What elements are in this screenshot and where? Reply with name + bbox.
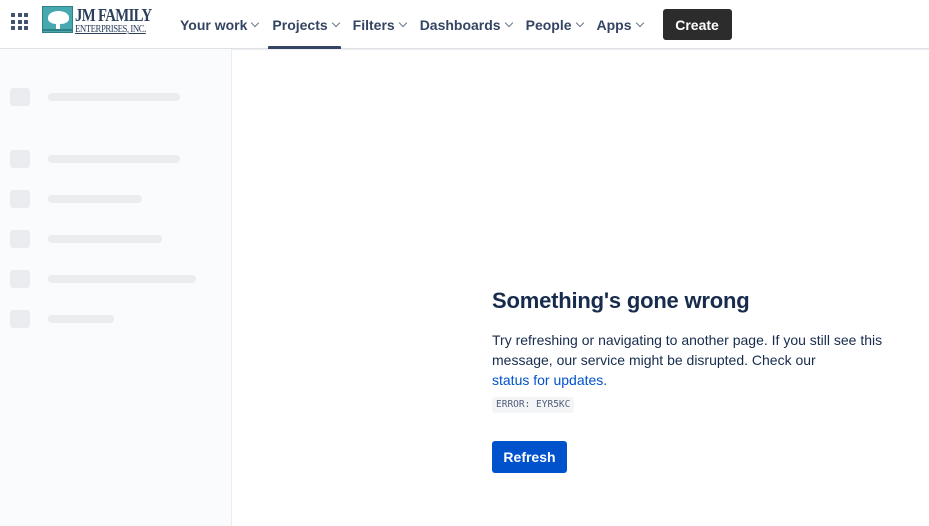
main-content: Something's gone wrong Try refreshing or…: [232, 49, 929, 526]
nav-projects[interactable]: Projects: [264, 0, 344, 49]
chevron-down-icon: [575, 18, 584, 28]
primary-nav: Your work Projects Filters Dashboards Pe…: [172, 0, 732, 49]
chevron-down-icon: [504, 18, 513, 28]
skeleton-icon: [10, 270, 30, 288]
chevron-down-icon: [251, 18, 260, 28]
skeleton-bar: [48, 195, 142, 203]
nav-people[interactable]: People: [518, 0, 589, 49]
nav-your-work[interactable]: Your work: [172, 0, 264, 49]
skeleton-icon: [10, 190, 30, 208]
create-button[interactable]: Create: [662, 9, 732, 40]
skeleton-icon: [10, 310, 30, 328]
nav-projects-label: Projects: [272, 16, 328, 33]
skeleton-icon: [10, 230, 30, 248]
error-title: Something's gone wrong: [492, 288, 750, 313]
nav-apps[interactable]: Apps: [589, 0, 649, 49]
refresh-button[interactable]: Refresh: [492, 441, 567, 473]
skeleton-bar: [48, 155, 180, 163]
sidebar-skeleton: [0, 49, 232, 526]
chevron-down-icon: [398, 18, 407, 28]
error-description: Try refreshing or navigating to another …: [492, 330, 912, 390]
nav-filters-label: Filters: [352, 16, 395, 33]
company-logo[interactable]: JM FAMILY ENTERPRISES, INC.: [42, 5, 152, 35]
nav-apps-label: Apps: [596, 16, 632, 33]
skeleton-icon: [10, 88, 30, 106]
nav-filters[interactable]: Filters: [345, 0, 412, 49]
skeleton-bar: [48, 235, 162, 243]
chevron-down-icon: [331, 18, 340, 28]
skeleton-bar: [48, 93, 180, 101]
logo-text-line2: ENTERPRISES, INC.: [75, 23, 146, 35]
top-navigation: JM FAMILY ENTERPRISES, INC. Your work Pr…: [0, 0, 929, 49]
error-code-badge: ERROR: EYR5KC: [492, 397, 575, 413]
tree-logo-icon: [42, 6, 73, 33]
skeleton-icon: [10, 150, 30, 168]
nav-your-work-label: Your work: [180, 16, 248, 33]
error-panel: Something's gone wrong Try refreshing or…: [492, 287, 912, 473]
nav-dashboards-label: Dashboards: [419, 16, 501, 33]
app-switcher-grid-icon[interactable]: [11, 13, 28, 30]
nav-people-label: People: [525, 16, 572, 33]
error-description-text: Try refreshing or navigating to another …: [492, 332, 883, 368]
skeleton-bar: [48, 315, 114, 323]
status-link[interactable]: status for updates.: [492, 372, 607, 388]
chevron-down-icon: [635, 18, 644, 28]
nav-dashboards[interactable]: Dashboards: [412, 0, 518, 49]
skeleton-bar: [48, 275, 196, 283]
